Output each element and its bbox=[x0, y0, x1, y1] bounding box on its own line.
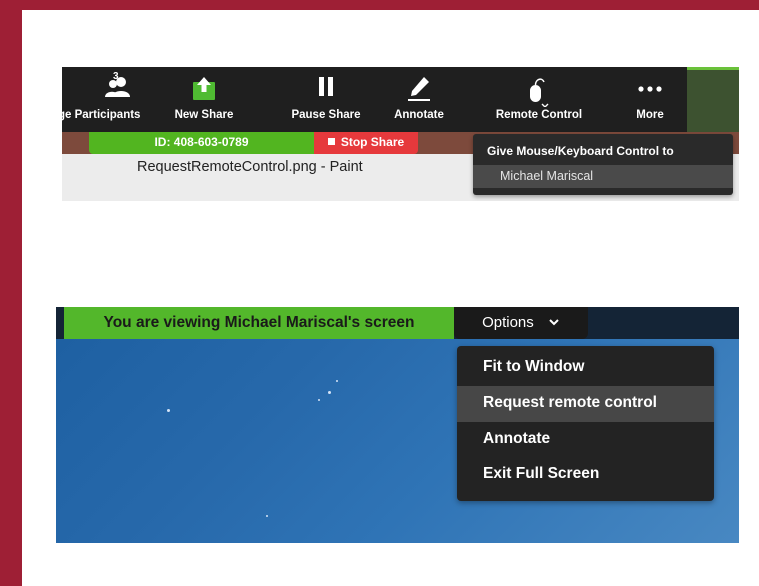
more-button[interactable]: More bbox=[622, 67, 678, 132]
desktop-corner bbox=[687, 67, 739, 132]
chevron-down-icon bbox=[549, 319, 559, 326]
menu-item-label: Request remote control bbox=[483, 394, 657, 411]
participants-label: ge Participants bbox=[62, 109, 141, 121]
desktop-sparkle bbox=[336, 380, 338, 382]
remote-control-button[interactable]: Remote Control bbox=[482, 67, 596, 132]
stop-share-button[interactable]: Stop Share bbox=[314, 132, 418, 154]
desktop-sparkle bbox=[266, 515, 268, 517]
options-button[interactable]: Options bbox=[454, 307, 588, 339]
participants-button[interactable]: 3 ge Participants bbox=[62, 67, 160, 132]
menu-item-fit-to-window[interactable]: Fit to Window bbox=[457, 350, 714, 386]
desktop-sparkle bbox=[167, 409, 170, 412]
stop-icon bbox=[327, 138, 335, 145]
remote-control-label: Remote Control bbox=[495, 109, 583, 121]
menu-item-label: Exit Full Screen bbox=[483, 465, 600, 482]
share-toolbar: 3 ge Participants New Share Pause Share bbox=[62, 67, 687, 132]
annotate-button[interactable]: Annotate bbox=[384, 67, 454, 132]
remote-control-menu: Give Mouse/Keyboard Control to Michael M… bbox=[473, 134, 733, 195]
annotate-label: Annotate bbox=[394, 109, 444, 121]
viewing-banner: You are viewing Michael Mariscal's scree… bbox=[64, 307, 454, 339]
new-share-button[interactable]: New Share bbox=[166, 67, 242, 132]
viewer-screenshot: You are viewing Michael Mariscal's scree… bbox=[56, 307, 739, 543]
mouse-icon bbox=[530, 78, 549, 107]
remote-control-menu-item[interactable]: Michael Mariscal bbox=[473, 165, 733, 188]
remote-control-participant-name: Michael Mariscal bbox=[500, 169, 594, 183]
new-share-label: New Share bbox=[174, 109, 234, 121]
desktop-sparkle bbox=[328, 391, 331, 394]
more-label: More bbox=[636, 109, 664, 121]
new-share-icon bbox=[193, 77, 215, 100]
more-dots-icon bbox=[638, 86, 662, 92]
menu-item-exit-full-screen[interactable]: Exit Full Screen bbox=[457, 457, 714, 493]
pencil-icon bbox=[408, 77, 430, 101]
share-toolbar-screenshot: 3 ge Participants New Share Pause Share bbox=[62, 67, 739, 201]
menu-item-label: Fit to Window bbox=[483, 358, 585, 375]
desktop-sparkle bbox=[318, 399, 320, 401]
remote-control-menu-title: Give Mouse/Keyboard Control to bbox=[487, 144, 674, 158]
pause-share-label: Pause Share bbox=[291, 109, 361, 121]
menu-item-request-remote-control[interactable]: Request remote control bbox=[457, 386, 714, 422]
options-menu: Fit to Window Request remote control Ann… bbox=[457, 346, 714, 501]
pause-icon bbox=[319, 77, 333, 96]
options-label: Options bbox=[482, 314, 534, 331]
pause-share-button[interactable]: Pause Share bbox=[284, 67, 368, 132]
stop-share-label: Stop Share bbox=[340, 135, 405, 149]
paint-window-title: RequestRemoteControl.png - Paint bbox=[137, 159, 363, 175]
menu-item-label: Annotate bbox=[483, 430, 551, 447]
menu-item-annotate[interactable]: Annotate bbox=[457, 422, 714, 458]
participants-count: 3 bbox=[113, 71, 119, 82]
meeting-id-badge: ID: 408-603-0789 bbox=[89, 132, 314, 154]
